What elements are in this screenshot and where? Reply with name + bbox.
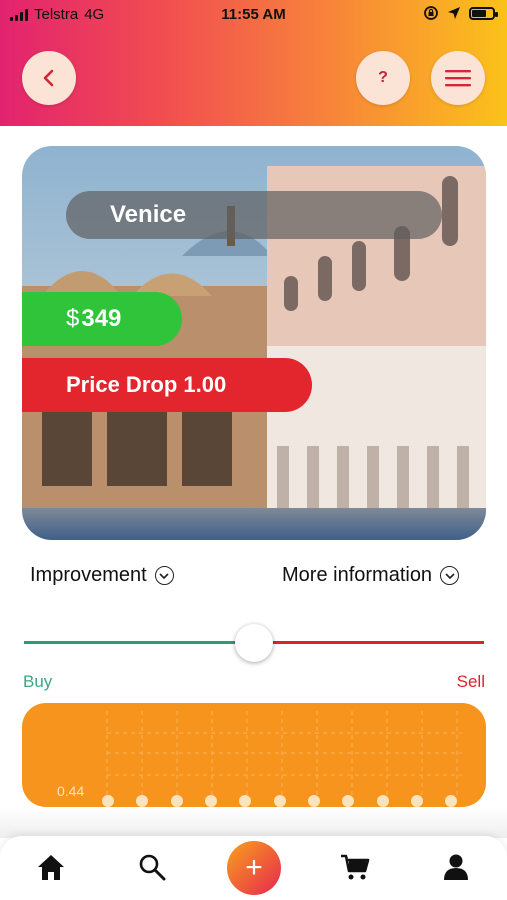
header-bar: Telstra 4G 11:55 AM ? (0, 0, 507, 126)
location-icon (448, 7, 460, 19)
more-information-toggle[interactable]: More information (282, 564, 460, 587)
nav-search[interactable] (135, 850, 169, 884)
price-drop-badge: Price Drop 1.00 (22, 358, 312, 412)
status-bar: Telstra 4G 11:55 AM (0, 0, 507, 30)
slider-track-buy[interactable] (24, 641, 254, 644)
sell-label: Sell (456, 672, 485, 691)
destination-card[interactable]: Venice $ 349 Price Drop 1.00 (22, 146, 486, 540)
add-icon: + (245, 851, 263, 884)
help-button[interactable]: ? (356, 51, 410, 105)
improvement-label: Improvement (30, 564, 147, 586)
nav-shadow (0, 808, 507, 838)
bottom-nav: + (0, 836, 507, 900)
panel-value: 0.44 (57, 783, 85, 799)
grid-pattern (102, 711, 462, 807)
cart-icon (341, 854, 370, 880)
status-icons (423, 5, 498, 21)
hamburger-icon (445, 70, 471, 87)
city-name: Venice (66, 191, 442, 239)
rotation-lock-icon (424, 6, 438, 20)
slider-thumb[interactable] (235, 624, 273, 662)
nav-profile[interactable] (439, 850, 473, 884)
currency-symbol: $ (66, 305, 80, 332)
menu-button[interactable] (431, 51, 485, 105)
chevron-left-icon (43, 69, 54, 87)
nav-home[interactable] (34, 850, 68, 884)
add-button[interactable]: + (227, 841, 281, 895)
help-icon: ? (378, 69, 388, 86)
improvement-toggle[interactable]: Improvement (30, 564, 174, 587)
price-value: 349 (81, 305, 122, 332)
buy-label: Buy (23, 672, 53, 691)
search-icon (139, 854, 166, 881)
nav-cart[interactable] (338, 850, 372, 884)
trend-panel: 0.44 (22, 703, 486, 807)
chevron-down-icon (440, 566, 460, 585)
more-information-label: More information (282, 564, 433, 586)
price-badge: $ 349 (22, 292, 182, 346)
home-icon (38, 855, 64, 880)
slider-track-sell[interactable] (254, 641, 484, 644)
profile-icon (444, 854, 468, 880)
chevron-down-icon (154, 566, 174, 585)
battery-icon (469, 6, 498, 20)
back-button[interactable] (22, 51, 76, 105)
